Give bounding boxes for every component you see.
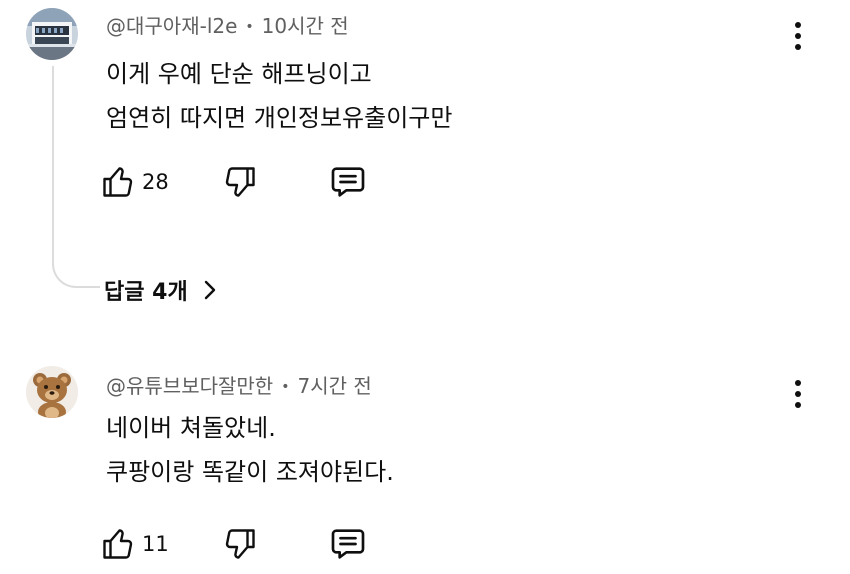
ellipsis-dot bbox=[795, 33, 801, 39]
ellipsis-dot bbox=[795, 402, 801, 408]
comment-2-reply-button[interactable] bbox=[328, 524, 368, 564]
comment-1-time[interactable]: 10시간 전 bbox=[262, 14, 349, 38]
comment-1-reply-button[interactable] bbox=[328, 162, 368, 202]
comment-2-text-line-1: 네이버 쳐돌았네. bbox=[106, 414, 276, 442]
view-replies-button[interactable]: 답글 4개 bbox=[104, 270, 218, 310]
separator-dot: • bbox=[281, 379, 290, 395]
avatar-teddy-bear bbox=[26, 366, 78, 418]
comment-1-like-button[interactable]: 28 bbox=[100, 162, 169, 202]
comment-2-more-button[interactable] bbox=[788, 380, 808, 410]
comment-2-avatar[interactable] bbox=[26, 366, 78, 418]
vertical-ellipsis-icon bbox=[795, 22, 801, 28]
comment-2-meta: @유튜브보다잘만한 • 7시간 전 bbox=[106, 370, 372, 399]
thumbs-down-icon bbox=[225, 529, 255, 559]
avatar-building-photo bbox=[26, 8, 78, 60]
comment-2-like-count: 11 bbox=[142, 532, 169, 556]
reply-thread-line bbox=[52, 66, 100, 288]
chevron-right-icon bbox=[204, 280, 215, 300]
separator-dot: • bbox=[245, 19, 254, 35]
comment-2-text-line-2: 쿠팡이랑 똑같이 조져야된다. bbox=[106, 458, 394, 486]
reply-comment-icon bbox=[331, 529, 365, 559]
thumbs-up-icon bbox=[103, 167, 133, 197]
comment-2-dislike-button[interactable] bbox=[222, 524, 258, 564]
ellipsis-dot bbox=[795, 391, 801, 397]
reply-comment-icon bbox=[331, 167, 365, 197]
comment-2-like-button[interactable]: 11 bbox=[100, 524, 169, 564]
comment-1-text-line-1: 이게 우예 단순 해프닝이고 bbox=[106, 60, 372, 88]
comment-2: @유튜브보다잘만한 • 7시간 전 네이버 쳐돌았네. 쿠팡이랑 똑같이 조져야된다… bbox=[0, 352, 850, 574]
comment-1-like-count: 28 bbox=[142, 170, 169, 194]
comment-2-time[interactable]: 7시간 전 bbox=[297, 374, 371, 398]
thumbs-up-icon bbox=[103, 529, 133, 559]
comment-1-text-line-2: 엄연히 따지면 개인정보유출이구만 bbox=[106, 104, 453, 132]
thumbs-down-icon bbox=[225, 167, 255, 197]
comment-2-author[interactable]: @유튜브보다잘만한 bbox=[106, 374, 273, 398]
replies-count-label: 답글 4개 bbox=[104, 280, 188, 305]
vertical-ellipsis-icon bbox=[795, 380, 801, 386]
comment-1-more-button[interactable] bbox=[788, 22, 808, 52]
comment-1-author[interactable]: @대구아재-l2e bbox=[106, 14, 237, 38]
ellipsis-dot bbox=[795, 44, 801, 50]
comment-1-dislike-button[interactable] bbox=[222, 162, 258, 202]
comment-1-avatar[interactable] bbox=[26, 8, 78, 60]
comment-1-meta: @대구아재-l2e • 10시간 전 bbox=[106, 10, 349, 39]
comment-1: @대구아재-l2e • 10시간 전 이게 우예 단순 해프닝이고 엄연히 따지면 … bbox=[0, 0, 850, 330]
